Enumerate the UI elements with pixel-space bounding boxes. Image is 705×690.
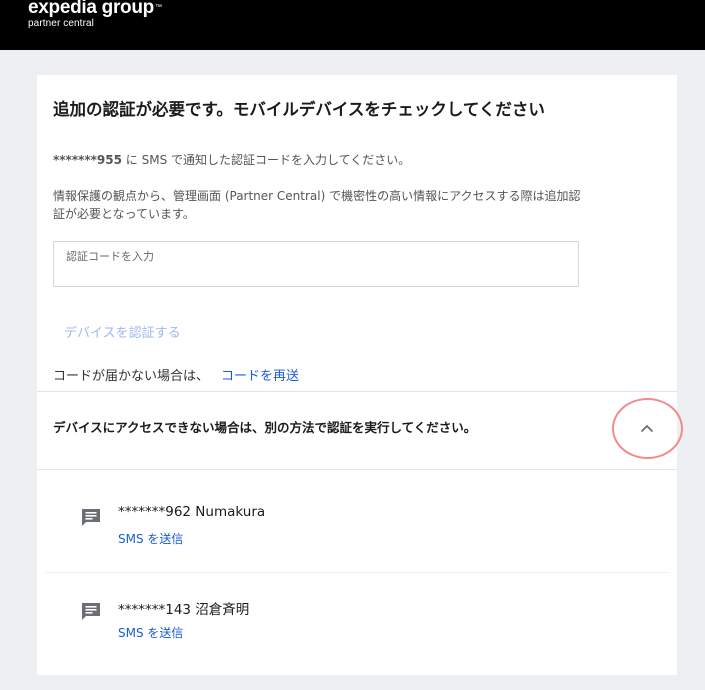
resend-code-link[interactable]: コードを再送 <box>221 369 299 384</box>
expedia-group-logo[interactable]: expedia group™ partner central <box>28 0 162 30</box>
brand-subtitle: partner central <box>28 18 94 29</box>
verify-device-button[interactable]: デバイスを認証する <box>64 322 181 341</box>
brand-name: expedia group <box>28 0 154 18</box>
send-sms-link[interactable]: SMS を送信 <box>118 530 183 547</box>
verification-code-input[interactable]: 認証コードを入力 <box>53 241 579 287</box>
sms-notice-text: に SMS で通知した認証コードを入力してください。 <box>121 153 411 167</box>
masked-phone-number: *******955 <box>53 153 122 167</box>
verification-card: 追加の認証が必要です。モバイルデバイスをチェックしてください *******95… <box>37 75 683 675</box>
collapse-toggle-button[interactable] <box>632 413 662 443</box>
option-divider <box>45 572 669 573</box>
security-info-text: 情報保護の観点から、管理画面 (Partner Central) で機密性の高い… <box>53 189 581 221</box>
contact-name: *******962 Numakura <box>118 504 266 520</box>
top-bar: expedia group™ partner central <box>0 0 705 50</box>
section-divider <box>37 391 677 392</box>
contact-name: *******143 沼倉斉明 <box>118 602 250 618</box>
section-divider <box>37 469 677 470</box>
sms-notice: *******955 に SMS で通知した認証コードを入力してください。 <box>53 151 410 168</box>
message-icon <box>82 603 100 620</box>
chevron-up-icon <box>641 425 653 432</box>
trademark-mark: ™ <box>154 4 162 11</box>
page-title: 追加の認証が必要です。モバイルデバイスをチェックしてください <box>53 100 545 119</box>
resend-row: コードが届かない場合は、 コードを再送 <box>53 365 299 384</box>
send-sms-link[interactable]: SMS を送信 <box>118 624 183 641</box>
resend-prompt: コードが届かない場合は、 <box>53 369 210 384</box>
verification-code-placeholder: 認証コードを入力 <box>66 250 154 263</box>
alternative-methods-heading: デバイスにアクセスできない場合は、別の方法で認証を実行してください。 <box>53 420 477 435</box>
message-icon <box>82 509 100 526</box>
